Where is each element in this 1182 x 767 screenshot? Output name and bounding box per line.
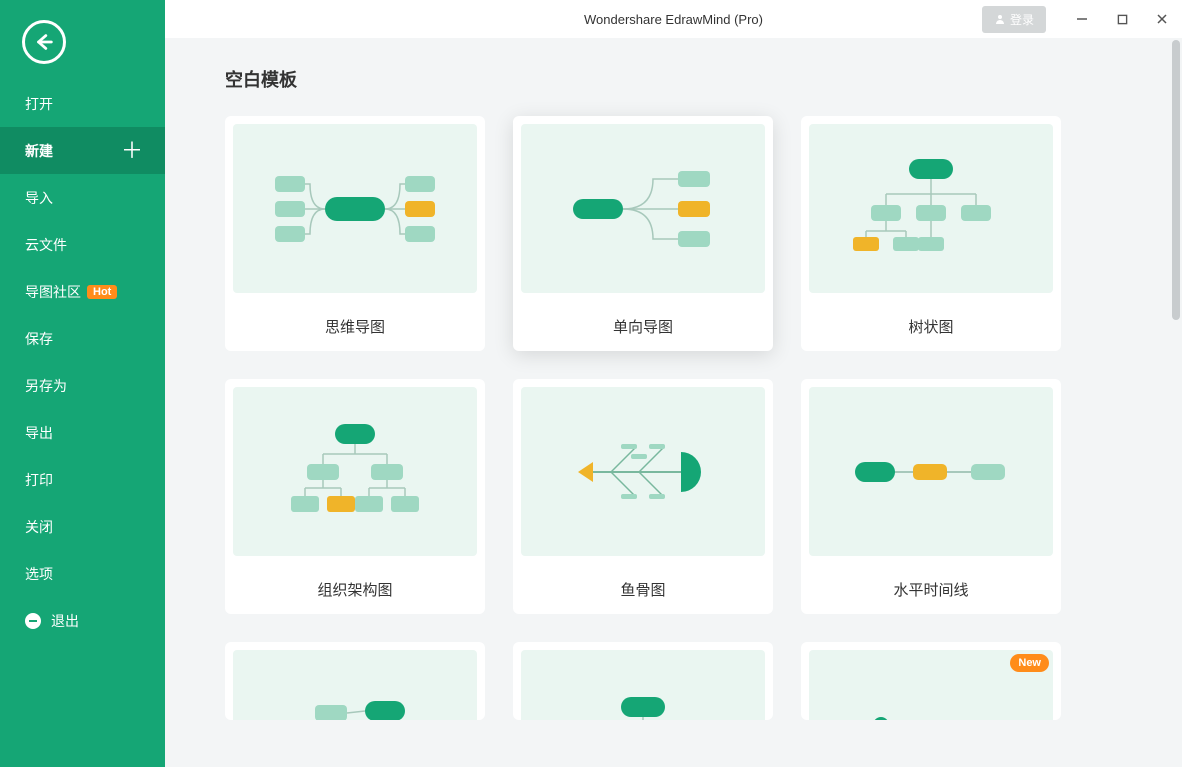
template-preview: [521, 124, 765, 293]
minimize-button[interactable]: [1062, 0, 1102, 38]
user-icon: [994, 13, 1006, 25]
sidebar-item-open[interactable]: 打开: [0, 80, 165, 127]
template-preview: [233, 387, 477, 556]
minimize-icon: [1076, 13, 1088, 25]
template-card-fishbone[interactable]: 鱼骨图: [513, 379, 773, 614]
template-label: 水平时间线: [801, 564, 1061, 614]
section-title: 空白模板: [225, 66, 1122, 92]
maximize-button[interactable]: [1102, 0, 1142, 38]
sidebar-item-label: 打印: [25, 470, 53, 490]
sidebar-item-print[interactable]: 打印: [0, 456, 165, 503]
titlebar: Wondershare EdrawMind (Pro) 登录: [165, 0, 1182, 38]
template-preview: [233, 650, 477, 720]
login-button[interactable]: 登录: [982, 6, 1046, 33]
sidebar-item-close[interactable]: 关闭: [0, 503, 165, 550]
sidebar-item-label: 新建: [25, 141, 53, 161]
sidebar-item-import[interactable]: 导入: [0, 174, 165, 221]
sidebar-item-label: 导出: [25, 423, 53, 443]
sidebar-item-label: 保存: [25, 329, 53, 349]
sidebar-item-exit[interactable]: 退出: [0, 597, 165, 644]
close-button[interactable]: [1142, 0, 1182, 38]
sidebar-item-new[interactable]: 新建 ＋: [0, 127, 165, 174]
sidebar-item-saveas[interactable]: 另存为: [0, 362, 165, 409]
back-button[interactable]: [22, 20, 66, 64]
scroll-area[interactable]: 空白模板: [165, 66, 1182, 767]
scrollbar[interactable]: [1172, 40, 1180, 765]
template-card-partial-1[interactable]: [225, 642, 485, 720]
sidebar-item-cloud[interactable]: 云文件: [0, 221, 165, 268]
maximize-icon: [1117, 14, 1128, 25]
sidebar-item-options[interactable]: 选项: [0, 550, 165, 597]
template-card-tree[interactable]: 树状图: [801, 116, 1061, 351]
sidebar-item-export[interactable]: 导出: [0, 409, 165, 456]
template-card-partial-3[interactable]: New: [801, 642, 1061, 720]
template-grid: 思维导图 单向导图: [225, 116, 1122, 720]
template-preview: [809, 387, 1053, 556]
template-label: 思维导图: [225, 301, 485, 351]
template-preview: [521, 650, 765, 720]
sidebar-nav: 打开 新建 ＋ 导入 云文件 导图社区 Hot 保存 另存为 导出 打印 关闭 选项…: [0, 80, 165, 644]
sidebar-item-label: 关闭: [25, 517, 53, 537]
template-label: 鱼骨图: [513, 564, 773, 614]
sidebar-item-label: 导入: [25, 188, 53, 208]
sidebar-item-community[interactable]: 导图社区 Hot: [0, 268, 165, 315]
content: 空白模板: [165, 38, 1182, 767]
template-card-oneway[interactable]: 单向导图: [513, 116, 773, 351]
arrow-left-icon: [33, 31, 55, 53]
sidebar-item-save[interactable]: 保存: [0, 315, 165, 362]
login-label: 登录: [1010, 11, 1034, 28]
app-title: Wondershare EdrawMind (Pro): [584, 12, 763, 27]
template-card-htimeline[interactable]: 水平时间线: [801, 379, 1061, 614]
template-card-partial-2[interactable]: [513, 642, 773, 720]
template-label: 组织架构图: [225, 564, 485, 614]
sidebar-item-label: 导图社区: [25, 282, 81, 302]
main-area: Wondershare EdrawMind (Pro) 登录 空白模板: [165, 0, 1182, 767]
sidebar-item-label: 选项: [25, 564, 53, 584]
hot-badge: Hot: [87, 285, 117, 299]
template-preview: [233, 124, 477, 293]
sidebar-item-label: 退出: [51, 611, 79, 631]
sidebar: 打开 新建 ＋ 导入 云文件 导图社区 Hot 保存 另存为 导出 打印 关闭 选项…: [0, 0, 165, 767]
template-preview: [809, 124, 1053, 293]
template-preview: [521, 387, 765, 556]
template-label: 单向导图: [513, 301, 773, 351]
plus-icon: ＋: [121, 140, 143, 162]
template-card-mindmap[interactable]: 思维导图: [225, 116, 485, 351]
sidebar-item-label: 打开: [25, 94, 53, 114]
titlebar-right: 登录: [982, 0, 1182, 38]
window-controls: [1062, 0, 1182, 38]
template-label: 树状图: [801, 301, 1061, 351]
exit-icon: [25, 613, 41, 629]
scrollbar-thumb[interactable]: [1172, 40, 1180, 320]
sidebar-item-label: 云文件: [25, 235, 67, 255]
close-icon: [1156, 13, 1168, 25]
template-card-org[interactable]: 组织架构图: [225, 379, 485, 614]
new-badge: New: [1010, 654, 1049, 672]
sidebar-item-label: 另存为: [25, 376, 67, 396]
